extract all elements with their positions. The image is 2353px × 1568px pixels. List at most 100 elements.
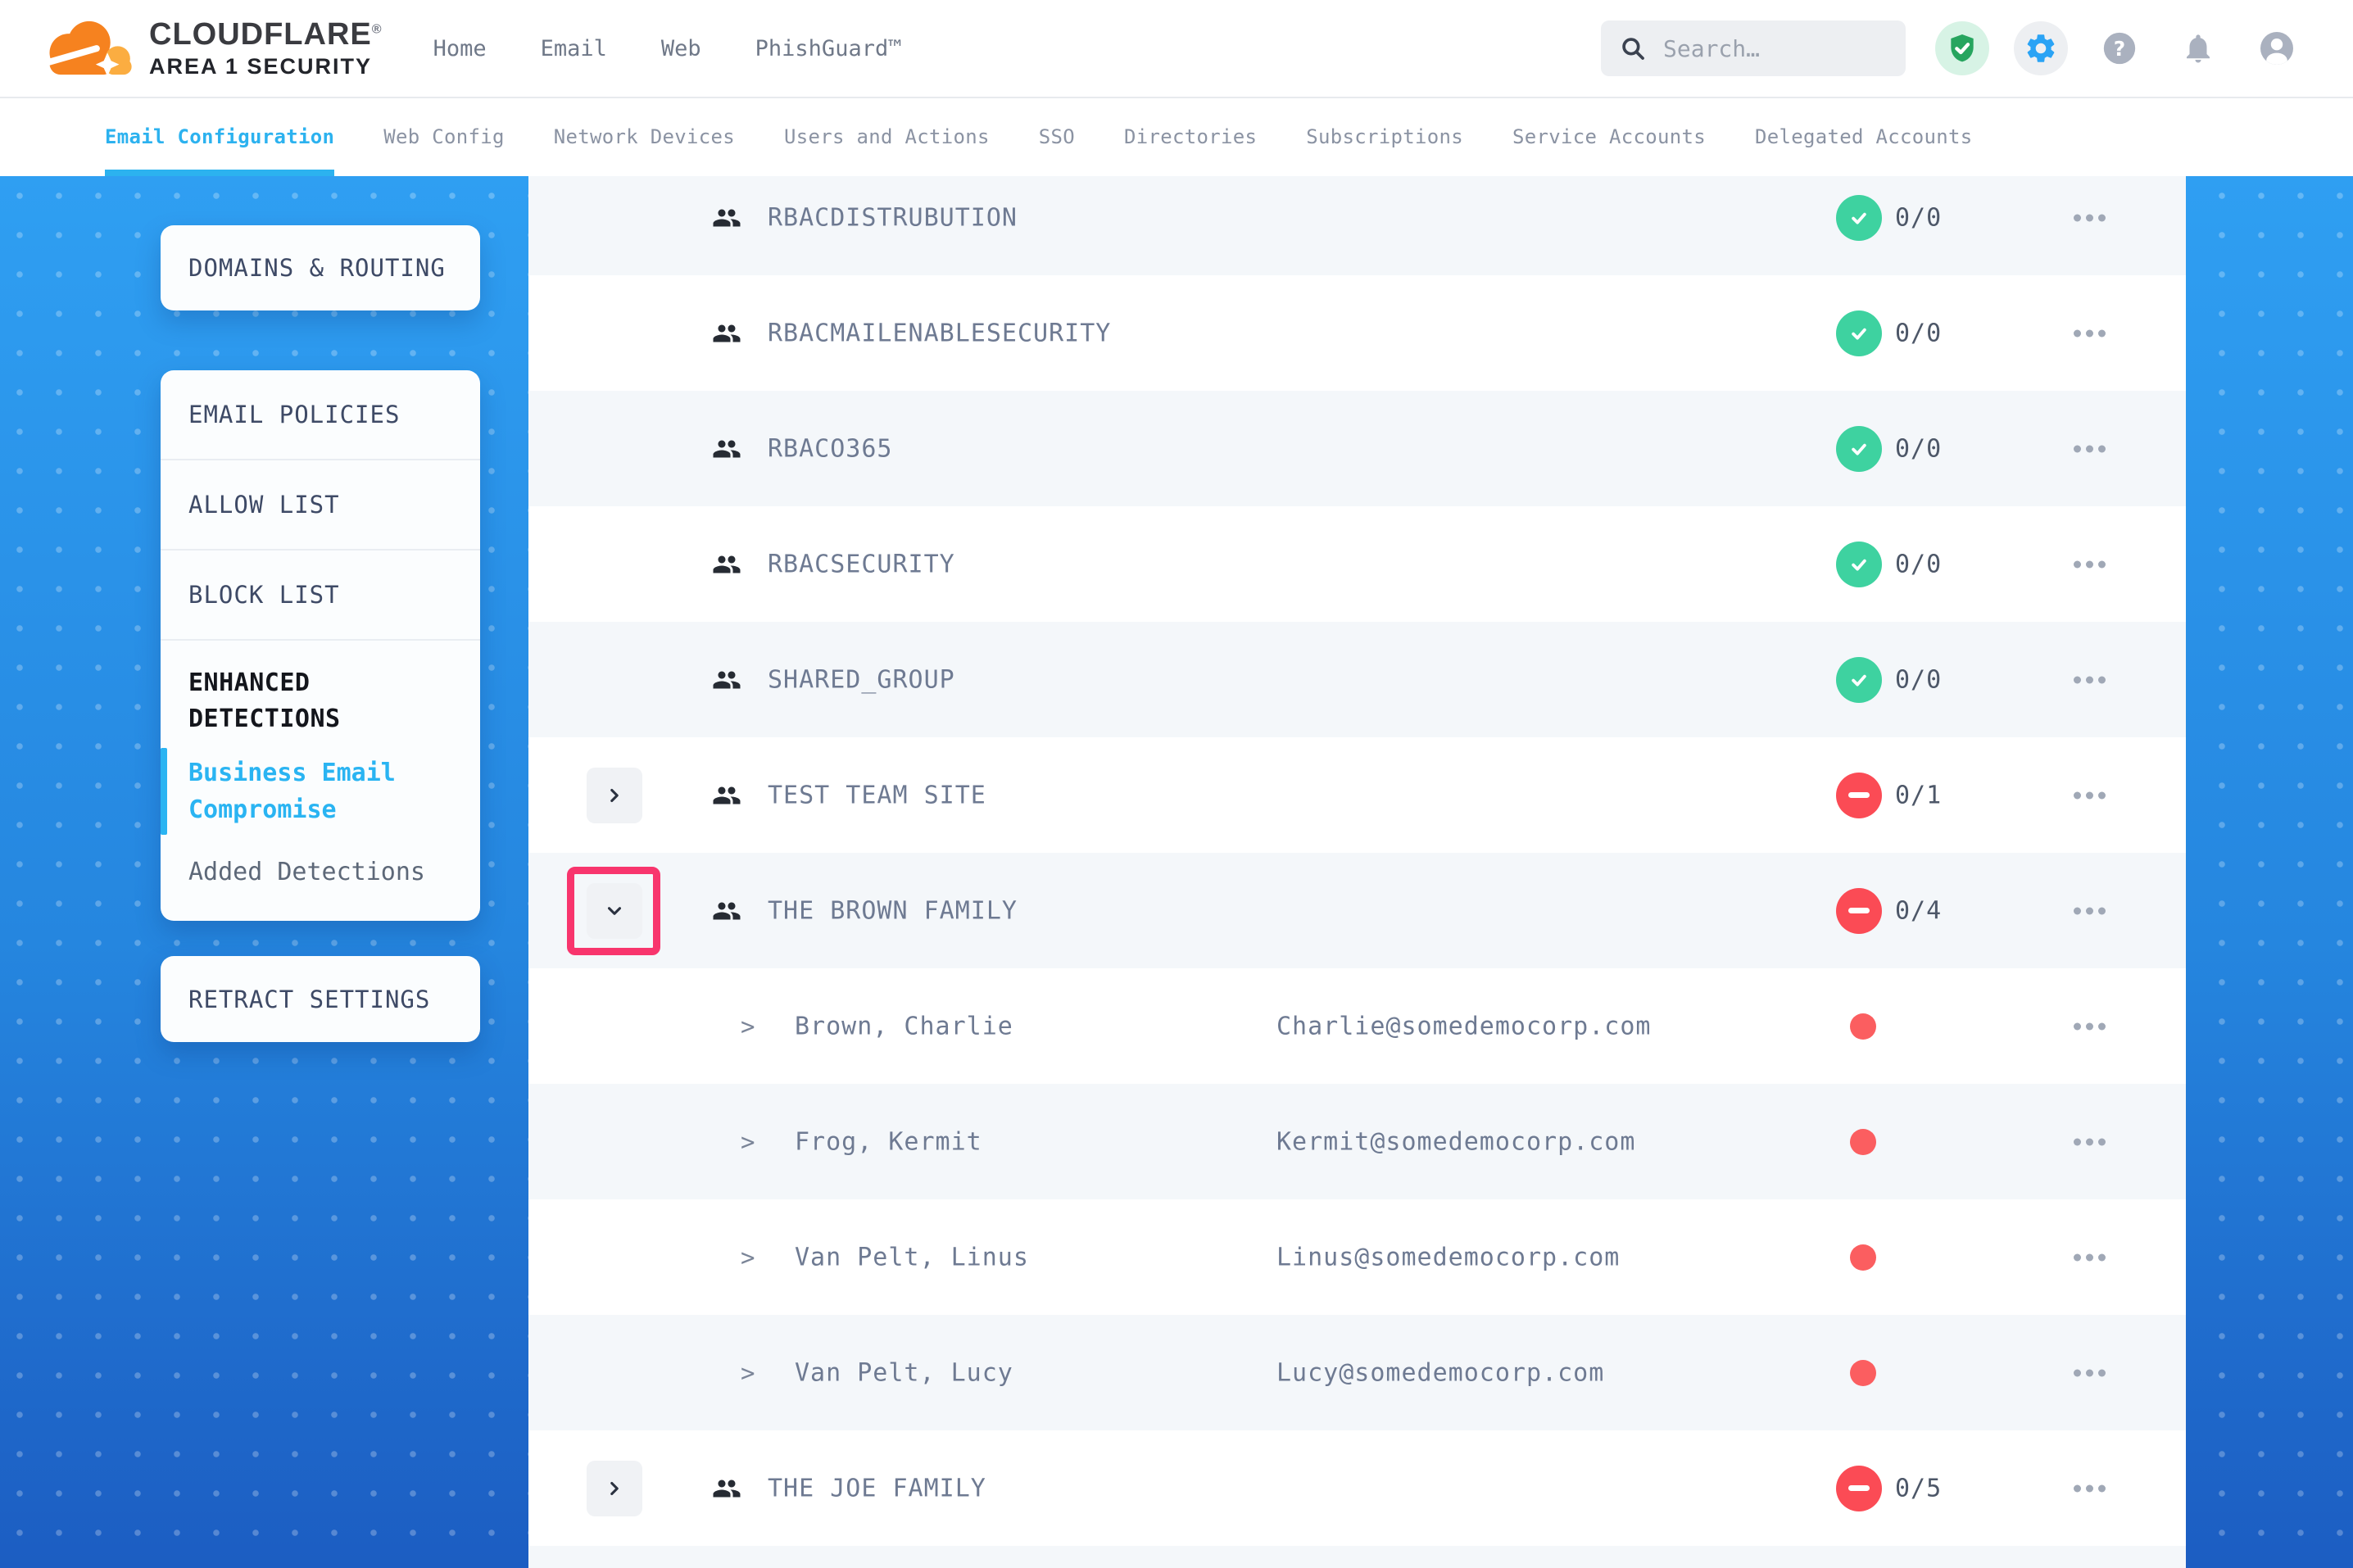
row-actions-menu[interactable]	[2074, 1138, 2106, 1145]
member-count: 0/5	[1895, 1474, 1942, 1502]
main-area: DOMAINS & ROUTING EMAIL POLICIESALLOW LIS…	[0, 176, 2353, 1568]
group-icon	[712, 781, 741, 810]
row-actions-menu[interactable]	[2074, 560, 2106, 568]
cloudflare-logo[interactable]: CLOUDFLARE® AREA 1 SECURITY	[39, 13, 383, 84]
row-actions-menu[interactable]	[2074, 1253, 2106, 1261]
chevron-right-icon[interactable]: >	[741, 1244, 755, 1271]
svg-text:?: ?	[2114, 37, 2125, 61]
group-name[interactable]: RBACMAILENABLESECURITY	[768, 319, 1111, 347]
row-actions-menu[interactable]	[2074, 1022, 2106, 1030]
shield-check-icon[interactable]	[1935, 21, 1989, 75]
group-name[interactable]: THE BROWN FAMILY	[768, 896, 1018, 925]
group-name[interactable]: RBACO365	[768, 434, 893, 463]
tab-subscriptions[interactable]: Subscriptions	[1306, 98, 1463, 176]
member-email: Kermit@somedemocorp.com	[1276, 1127, 1635, 1156]
sidebar-section-enhanced-detections: ENHANCED DETECTIONS	[161, 641, 480, 740]
sidebar-item-domains-routing[interactable]: DOMAINS & ROUTING	[161, 254, 474, 282]
group-icon	[712, 434, 741, 464]
member-name[interactable]: Frog, Kermit	[795, 1127, 982, 1156]
member-name[interactable]: Brown, Charlie	[795, 1012, 1013, 1040]
search-icon	[1619, 34, 1647, 62]
member-count: 0/1	[1895, 781, 1942, 809]
brand-mark: ®	[372, 22, 383, 36]
bell-icon[interactable]	[2171, 21, 2225, 75]
status-dot-red	[1850, 1013, 1876, 1040]
table-row-group-rbaco365: RBACO365 0/0	[528, 391, 2186, 506]
tab-directories[interactable]: Directories	[1124, 98, 1257, 176]
config-tabs: Email Configuration Web Config Network Dev…	[0, 98, 2353, 176]
tab-email-configuration[interactable]: Email Configuration	[105, 98, 334, 176]
member-name[interactable]: Van Pelt, Linus	[795, 1243, 1029, 1271]
gear-icon[interactable]	[2014, 21, 2068, 75]
row-actions-menu[interactable]	[2074, 445, 2106, 452]
group-name[interactable]: SHARED_GROUP	[768, 665, 955, 694]
search-input[interactable]	[1662, 34, 1888, 63]
member-email: Lucy@somedemocorp.com	[1276, 1358, 1604, 1387]
expand-group-button[interactable]	[587, 1461, 642, 1516]
search-box[interactable]	[1601, 20, 1906, 76]
status-badge-check	[1836, 310, 1882, 356]
member-name[interactable]: Van Pelt, Lucy	[795, 1358, 1013, 1387]
member-email: Charlie@somedemocorp.com	[1276, 1012, 1651, 1040]
group-icon	[712, 1474, 741, 1503]
row-actions-menu[interactable]	[2074, 676, 2106, 683]
sidebar-item-email-policies[interactable]: EMAIL POLICIES	[161, 370, 480, 460]
chevron-right-icon[interactable]: >	[741, 1128, 755, 1156]
table-row-group-shared-group: SHARED_GROUP 0/0	[528, 622, 2186, 737]
row-actions-menu[interactable]	[2074, 907, 2106, 914]
group-icon	[712, 896, 741, 926]
topnav-web[interactable]: Web	[661, 36, 701, 61]
status-dot-red	[1850, 1360, 1876, 1386]
group-name[interactable]: RBACSECURITY	[768, 550, 955, 578]
status-badge-check	[1836, 426, 1882, 472]
group-name[interactable]: TEST TEAM SITE	[768, 781, 986, 809]
status-dot-red	[1850, 1244, 1876, 1271]
tab-network-devices[interactable]: Network Devices	[554, 98, 735, 176]
group-name[interactable]: THE JOE FAMILY	[768, 1474, 986, 1502]
table-row-group-the-brown-family: THE BROWN FAMILY 0/4	[528, 853, 2186, 968]
status-badge-minus	[1836, 773, 1882, 818]
tab-sso[interactable]: SSO	[1039, 98, 1075, 176]
table-row-member-frog-kermit: > Frog, Kermit Kermit@somedemocorp.com	[528, 1084, 2186, 1199]
row-actions-menu[interactable]	[2074, 329, 2106, 337]
table-row-member-van-pelt-linus: > Van Pelt, Linus Linus@somedemocorp.com	[528, 1199, 2186, 1315]
topnav-phishguard[interactable]: PhishGuard™	[755, 36, 902, 61]
chevron-right-icon[interactable]: >	[741, 1013, 755, 1040]
sidebar-item-business-email-compromise[interactable]: Business Email Compromise	[161, 740, 480, 843]
row-actions-menu[interactable]	[2074, 791, 2106, 799]
tab-delegated-accounts[interactable]: Delegated Accounts	[1755, 98, 1973, 176]
group-icon	[712, 665, 741, 695]
status-badge-check	[1836, 542, 1882, 587]
status-badge-check	[1836, 657, 1882, 703]
topnav-home[interactable]: Home	[433, 36, 487, 61]
status-badge-minus	[1836, 1466, 1882, 1511]
logo-text: CLOUDFLARE® AREA 1 SECURITY	[149, 19, 383, 78]
groups-table: RBACDISTRUBUTION 0/0 RBACMAILENABLESECUR…	[528, 176, 2186, 1568]
top-header: CLOUDFLARE® AREA 1 SECURITY Home Email Web…	[0, 0, 2353, 98]
chevron-right-icon[interactable]: >	[741, 1359, 755, 1387]
groups-table-panel: RBACDISTRUBUTION 0/0 RBACMAILENABLESECUR…	[528, 176, 2186, 1568]
member-count: 0/0	[1895, 319, 1942, 347]
tab-web-config[interactable]: Web Config	[383, 98, 505, 176]
status-dot-red	[1850, 1129, 1876, 1155]
row-actions-menu[interactable]	[2074, 1369, 2106, 1376]
expand-group-button[interactable]	[587, 768, 642, 823]
help-icon[interactable]: ?	[2092, 21, 2147, 75]
sidebar-card-2: EMAIL POLICIESALLOW LISTBLOCK LISTENHANC…	[161, 370, 480, 921]
sidebar-item-added-detections[interactable]: Added Detections	[161, 843, 480, 900]
status-badge-minus	[1836, 888, 1882, 934]
account-icon[interactable]	[2250, 21, 2304, 75]
group-name[interactable]: RBACDISTRUBUTION	[768, 203, 1018, 232]
topnav-email[interactable]: Email	[541, 36, 607, 61]
sidebar-item-allow-list[interactable]: ALLOW LIST	[161, 460, 480, 551]
collapse-group-button[interactable]	[587, 883, 642, 939]
row-actions-menu[interactable]	[2074, 1484, 2106, 1492]
sidebar-item-block-list[interactable]: BLOCK LIST	[161, 551, 480, 641]
group-icon	[712, 550, 741, 579]
tab-service-accounts[interactable]: Service Accounts	[1512, 98, 1706, 176]
row-actions-menu[interactable]	[2074, 214, 2106, 221]
sidebar-item-retract-settings[interactable]: RETRACT SETTINGS	[161, 986, 458, 1013]
table-row-group-the-joe-family: THE JOE FAMILY 0/5	[528, 1430, 2186, 1546]
tab-users-and-actions[interactable]: Users and Actions	[784, 98, 990, 176]
status-badge-check	[1836, 195, 1882, 241]
